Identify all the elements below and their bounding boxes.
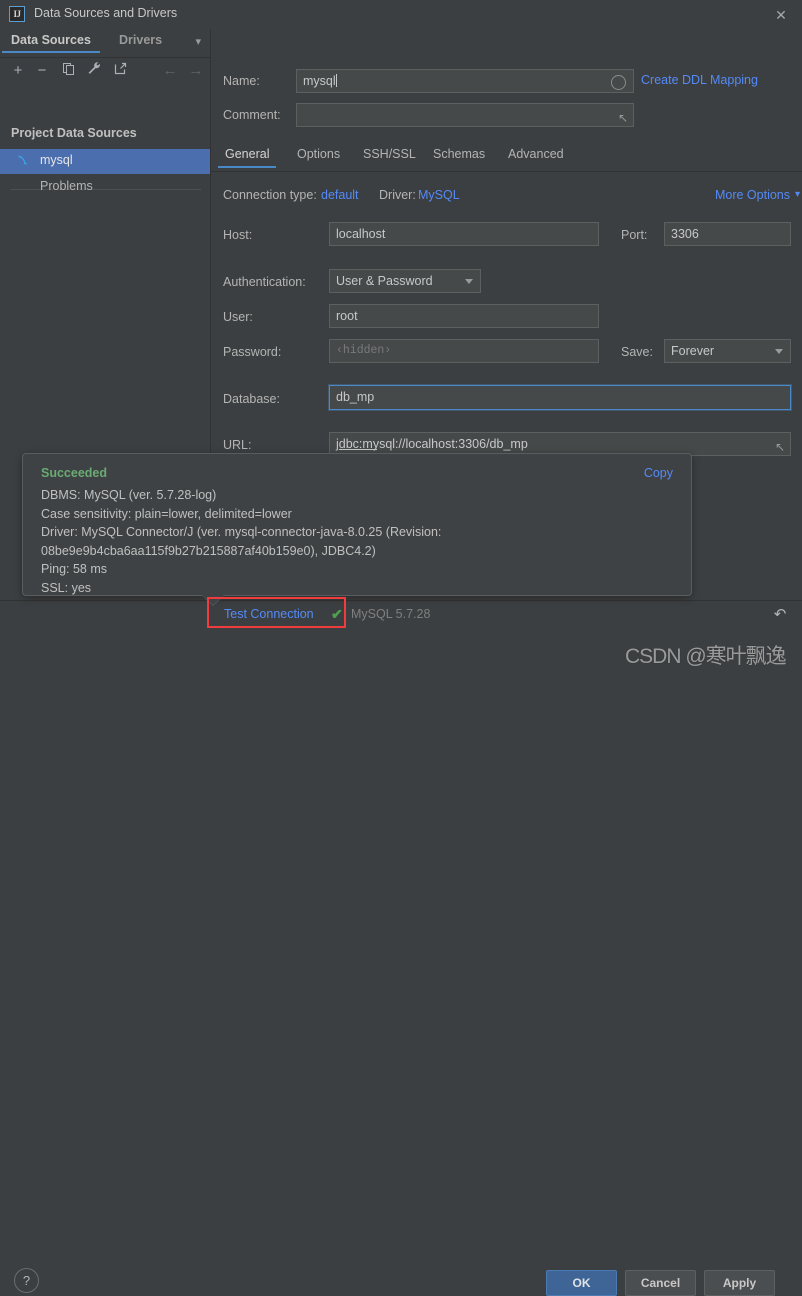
user-label: User: xyxy=(223,310,253,324)
sidebar-item-label: mysql xyxy=(40,153,73,167)
connection-type-label: Connection type: xyxy=(223,188,317,202)
password-label: Password: xyxy=(223,345,282,359)
authentication-value: User & Password xyxy=(336,274,433,288)
test-connection-link[interactable]: Test Connection xyxy=(224,607,314,621)
tab-ssh-ssl[interactable]: SSH/SSL xyxy=(363,147,416,161)
database-input[interactable]: db_mp xyxy=(329,385,791,410)
tab-general[interactable]: General xyxy=(217,147,278,168)
connection-type-value[interactable]: default xyxy=(321,188,359,202)
green-check-icon: ✔ xyxy=(331,606,343,622)
popup-tail xyxy=(202,595,224,605)
save-select[interactable]: Forever xyxy=(664,339,791,363)
color-circle-icon[interactable] xyxy=(611,75,626,90)
host-input[interactable]: localhost xyxy=(329,222,599,246)
window-title: Data Sources and Drivers xyxy=(34,6,178,20)
result-line-driver: Driver: MySQL Connector/J (ver. mysql-co… xyxy=(41,525,442,558)
expand-icon[interactable]: ↗ xyxy=(775,436,785,455)
port-input[interactable]: 3306 xyxy=(664,222,791,246)
name-input[interactable]: mysql xyxy=(296,69,634,93)
tab-schemas[interactable]: Schemas xyxy=(433,147,485,161)
result-line-dbms: DBMS: MySQL (ver. 5.7.28-log) xyxy=(41,488,217,502)
url-label: URL: xyxy=(223,438,252,452)
mysql-dolphin-icon xyxy=(16,153,32,169)
project-data-sources-label: Project Data Sources xyxy=(11,126,137,140)
data-sources-dialog: IJ Data Sources and Drivers ✕ Data Sourc… xyxy=(0,0,802,1296)
more-options-link[interactable]: More Options xyxy=(715,188,790,202)
port-label: Port: xyxy=(621,228,648,242)
dbms-version-label: MySQL 5.7.28 xyxy=(351,607,431,621)
apply-button[interactable]: Apply xyxy=(704,1270,775,1296)
tab-options[interactable]: Options xyxy=(297,147,340,161)
sidebar-item-problems[interactable]: Problems xyxy=(40,179,93,193)
close-icon[interactable]: ✕ xyxy=(770,4,792,26)
title-bar: IJ Data Sources and Drivers ✕ xyxy=(0,0,802,30)
chevron-down-icon xyxy=(465,279,473,284)
test-connection-bar: Test Connection ✔ MySQL 5.7.28 ↶ xyxy=(0,600,802,630)
sidebar-item-mysql[interactable]: mysql xyxy=(0,149,210,174)
user-input[interactable]: root xyxy=(329,304,599,328)
reset-undo-icon[interactable]: ↶ xyxy=(770,605,790,625)
authentication-select[interactable]: User & Password xyxy=(329,269,481,293)
sidebar-tab-drivers[interactable]: Drivers xyxy=(119,33,162,47)
result-line-case-sensitivity: Case sensitivity: plain=lower, delimited… xyxy=(41,506,292,521)
forward-arrow-icon[interactable]: → xyxy=(184,59,208,83)
result-lines: DBMS: MySQL (ver. 5.7.28-log) Case sensi… xyxy=(41,486,661,597)
result-line-ssl: SSL: yes xyxy=(41,580,92,595)
driver-label: Driver: xyxy=(379,188,416,202)
save-label: Save: xyxy=(621,345,653,359)
intellij-app-icon: IJ xyxy=(9,6,25,22)
ok-button[interactable]: OK xyxy=(546,1270,617,1296)
comment-label: Comment: xyxy=(223,108,281,122)
chevron-down-icon[interactable]: ▾ xyxy=(195,35,201,48)
status-badge: Succeeded xyxy=(41,466,108,480)
export-icon[interactable] xyxy=(108,59,132,83)
create-ddl-mapping-link[interactable]: Create DDL Mapping xyxy=(641,73,758,87)
tab-advanced[interactable]: Advanced xyxy=(508,147,564,161)
chevron-down-icon[interactable]: ▾ xyxy=(795,189,800,200)
chevron-down-icon xyxy=(775,349,783,354)
comment-input[interactable]: ↗ xyxy=(296,103,634,127)
save-value: Forever xyxy=(671,344,715,358)
sidebar-toolbar: + − ← → xyxy=(0,58,211,86)
database-label: Database: xyxy=(223,392,280,406)
test-connection-result-popup: Succeeded Copy DBMS: MySQL (ver. 5.7.28-… xyxy=(22,453,692,596)
help-icon[interactable]: ? xyxy=(14,1268,39,1293)
name-input-value: mysql xyxy=(303,74,336,88)
password-input[interactable]: ‹hidden› xyxy=(329,339,599,363)
expand-icon[interactable]: ↗ xyxy=(618,107,628,126)
add-icon[interactable]: + xyxy=(6,59,30,83)
cancel-button[interactable]: Cancel xyxy=(625,1270,696,1296)
sidebar-tab-data-sources[interactable]: Data Sources xyxy=(2,33,100,53)
remove-icon[interactable]: − xyxy=(30,59,54,83)
host-label: Host: xyxy=(223,228,253,242)
driver-value[interactable]: MySQL xyxy=(418,188,460,202)
result-line-ping: Ping: 58 ms xyxy=(41,562,108,576)
sidebar-tabbar: Data Sources Drivers ▾ xyxy=(0,29,211,58)
back-arrow-icon[interactable]: ← xyxy=(158,59,182,83)
wrench-icon[interactable] xyxy=(82,59,106,83)
dialog-footer: ? OK Cancel Apply xyxy=(0,629,802,1296)
name-label: Name: xyxy=(223,74,260,88)
url-highlight-underline xyxy=(339,449,377,450)
detail-tabbar: General Options SSH/SSL Schemas Advanced xyxy=(211,141,802,172)
copy-icon[interactable] xyxy=(56,59,80,83)
authentication-label: Authentication: xyxy=(223,275,306,289)
copy-link[interactable]: Copy xyxy=(644,466,673,480)
